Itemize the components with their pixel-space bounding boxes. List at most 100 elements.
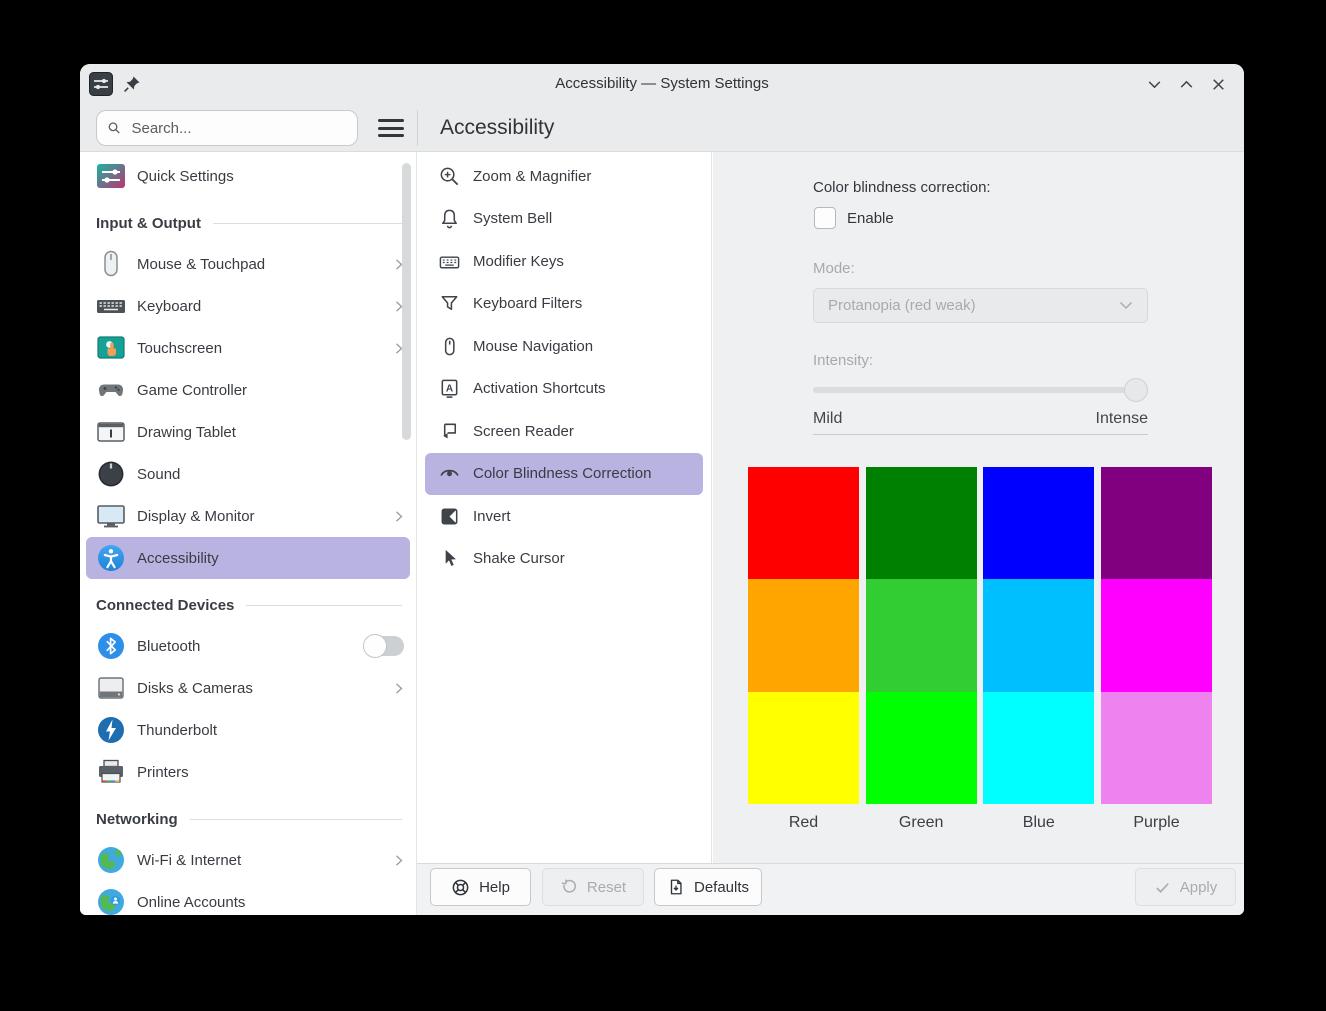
- divider: [813, 434, 1148, 435]
- list-item-keyboard-filters[interactable]: Keyboard Filters: [417, 283, 711, 326]
- defaults-button[interactable]: Defaults: [654, 868, 762, 906]
- mode-value: Protanopia (red weak): [828, 297, 1119, 314]
- sidebar-item-wifi-internet[interactable]: Wi-Fi & Internet: [80, 839, 416, 881]
- sidebar-item-online-accounts[interactable]: Online Accounts: [80, 881, 416, 915]
- header-band: Accessibility — System Settings Accessib…: [80, 64, 1244, 152]
- chevron-right-icon: [394, 509, 404, 524]
- swatch-column-blue: Blue: [983, 467, 1094, 832]
- list-item-screen-reader[interactable]: Screen Reader: [417, 410, 711, 453]
- screen-reader-icon: [437, 419, 461, 443]
- color-swatch: [983, 579, 1094, 691]
- close-button[interactable]: [1210, 76, 1227, 93]
- mouse-icon: [96, 249, 126, 279]
- page-title: Accessibility: [440, 104, 554, 152]
- swatch-column-purple: Purple: [1101, 467, 1212, 832]
- printer-icon: [96, 757, 126, 787]
- display-icon: [96, 501, 126, 531]
- enable-label: Enable: [847, 210, 894, 227]
- slider-handle[interactable]: [1124, 378, 1148, 402]
- maximize-button[interactable]: [1178, 76, 1195, 93]
- quick-settings-icon: [96, 161, 126, 191]
- mouse-icon: [437, 334, 461, 358]
- swatch-label: Green: [866, 814, 977, 832]
- section-header-connected-devices: Connected Devices: [80, 589, 416, 621]
- sidebar: Quick Settings Input & Output Mouse & To…: [80, 152, 417, 915]
- help-icon: [451, 878, 470, 897]
- sidebar-item-mouse-touchpad[interactable]: Mouse & Touchpad: [80, 243, 416, 285]
- sidebar-item-bluetooth[interactable]: Bluetooth: [80, 625, 416, 667]
- color-swatch: [866, 467, 977, 579]
- list-item-modifier-keys[interactable]: Modifier Keys: [417, 240, 711, 283]
- defaults-icon: [667, 878, 685, 896]
- search-icon: [107, 120, 121, 136]
- sidebar-item-printers[interactable]: Printers: [80, 751, 416, 793]
- sidebar-item-keyboard[interactable]: Keyboard: [80, 285, 416, 327]
- color-swatch: [866, 579, 977, 691]
- slider-max-label: Intense: [1096, 410, 1148, 428]
- reset-icon: [560, 878, 578, 896]
- chevron-down-icon: [1119, 301, 1133, 310]
- search-box[interactable]: [96, 110, 358, 146]
- sidebar-item-disks-cameras[interactable]: Disks & Cameras: [80, 667, 416, 709]
- swatch-label: Blue: [983, 814, 1094, 832]
- color-swatch: [866, 692, 977, 804]
- bell-icon: [437, 207, 461, 231]
- color-swatch: [1101, 692, 1212, 804]
- accessibility-icon: [96, 543, 126, 573]
- sidebar-item-display-monitor[interactable]: Display & Monitor: [80, 495, 416, 537]
- keyboard-icon: [437, 249, 461, 273]
- mode-dropdown[interactable]: Protanopia (red weak): [813, 288, 1148, 323]
- color-preview-grid: Red Green Blue Purple: [748, 467, 1212, 832]
- intensity-slider[interactable]: [813, 375, 1148, 405]
- list-item-mouse-navigation[interactable]: Mouse Navigation: [417, 325, 711, 368]
- swatch-label: Purple: [1101, 814, 1212, 832]
- sidebar-item-sound[interactable]: Sound: [80, 453, 416, 495]
- bluetooth-toggle[interactable]: [366, 636, 404, 656]
- minimize-button[interactable]: [1146, 76, 1163, 93]
- help-button[interactable]: Help: [430, 868, 531, 906]
- reset-button[interactable]: Reset: [542, 868, 644, 906]
- search-input[interactable]: [129, 119, 347, 138]
- list-item-color-blindness-correction[interactable]: Color Blindness Correction: [425, 453, 703, 496]
- apply-button[interactable]: Apply: [1135, 868, 1236, 906]
- eye-icon: [437, 462, 461, 486]
- enable-checkbox[interactable]: [814, 207, 836, 229]
- color-swatch: [983, 692, 1094, 804]
- sidebar-item-touchscreen[interactable]: Touchscreen: [80, 327, 416, 369]
- thunderbolt-icon: [96, 715, 126, 745]
- menu-icon[interactable]: [378, 119, 404, 137]
- list-item-system-bell[interactable]: System Bell: [417, 198, 711, 241]
- sidebar-item-game-controller[interactable]: Game Controller: [80, 369, 416, 411]
- list-item-invert[interactable]: Invert: [417, 495, 711, 538]
- sound-icon: [96, 459, 126, 489]
- sidebar-item-accessibility[interactable]: Accessibility: [86, 537, 410, 579]
- section-header-networking: Networking: [80, 803, 416, 835]
- color-swatch: [1101, 467, 1212, 579]
- list-item-zoom-magnifier[interactable]: Zoom & Magnifier: [417, 155, 711, 198]
- cursor-icon: [437, 547, 461, 571]
- system-settings-window: Accessibility — System Settings Accessib…: [80, 64, 1244, 915]
- correction-label: Color blindness correction:: [813, 179, 991, 196]
- list-item-activation-shortcuts[interactable]: A Activation Shortcuts: [417, 368, 711, 411]
- list-item-shake-cursor[interactable]: Shake Cursor: [417, 538, 711, 581]
- touchscreen-icon: [96, 333, 126, 363]
- chevron-right-icon: [394, 681, 404, 696]
- svg-text:A: A: [445, 384, 452, 395]
- enable-row[interactable]: Enable: [814, 207, 894, 229]
- toolbar-separator: [417, 110, 418, 146]
- swatch-label: Red: [748, 814, 859, 832]
- color-swatch: [748, 692, 859, 804]
- game-controller-icon: [96, 375, 126, 405]
- online-accounts-icon: [96, 887, 126, 915]
- sidebar-item-thunderbolt[interactable]: Thunderbolt: [80, 709, 416, 751]
- intensity-label: Intensity:: [813, 352, 873, 369]
- sidebar-scrollbar[interactable]: [402, 163, 411, 440]
- sidebar-item-drawing-tablet[interactable]: Drawing Tablet: [80, 411, 416, 453]
- shortcut-icon: A: [437, 377, 461, 401]
- settings-panel: Color blindness correction: Enable Mode:…: [713, 152, 1244, 863]
- window-title: Accessibility — System Settings: [80, 64, 1244, 104]
- swatch-column-red: Red: [748, 467, 859, 832]
- titlebar: Accessibility — System Settings: [80, 64, 1244, 104]
- funnel-icon: [437, 292, 461, 316]
- sidebar-item-quick-settings[interactable]: Quick Settings: [80, 155, 416, 197]
